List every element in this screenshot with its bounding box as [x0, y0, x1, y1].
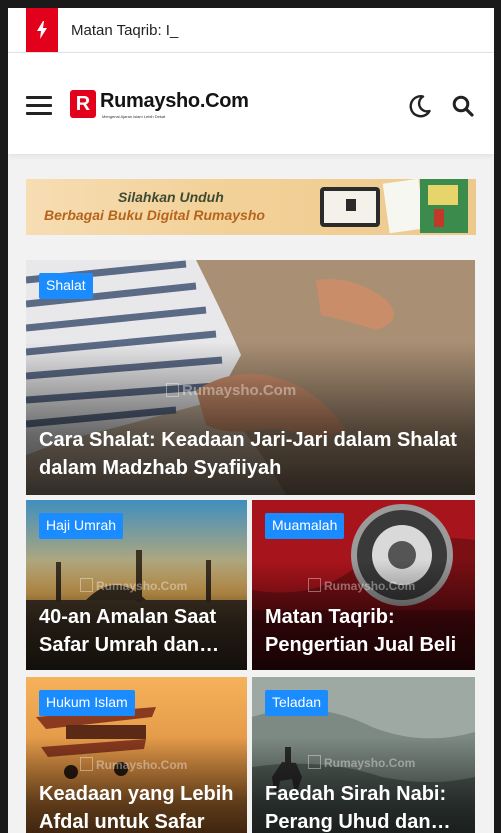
page: Matan Taqrib: I_ R Rumaysho.Com Mengenal… [8, 8, 494, 833]
post-title[interactable]: Faedah Sirah Nabi: Perang Uhud dan Pelaj… [265, 780, 465, 833]
ticker-headline[interactable]: Matan Taqrib: I_ [71, 8, 178, 54]
post-card[interactable]: Rumaysho.Com Hukum Islam Keadaan yang Le… [26, 677, 247, 833]
post-card[interactable]: Rumaysho.Com Muamalah Matan Taqrib: Peng… [252, 500, 475, 670]
image-watermark: Rumaysho.Com [308, 755, 415, 770]
banner-line2: Berbagai Buku Digital Rumaysho [44, 207, 265, 223]
image-watermark: Rumaysho.Com [80, 757, 187, 772]
ebook-banner[interactable]: Silahkan Unduh Berbagai Buku Digital Rum… [26, 179, 476, 235]
post-title[interactable]: 40-an Amalan Saat Safar Umrah dan Haji [39, 603, 237, 659]
category-badge[interactable]: Teladan [265, 690, 329, 716]
post-title[interactable]: Keadaan yang Lebih Afdal untuk Safar [39, 780, 237, 833]
logo-name: Rumaysho.Com [100, 90, 249, 112]
logo-mark: R [70, 90, 96, 118]
post-title[interactable]: Matan Taqrib: Pengertian Jual Beli [265, 603, 465, 659]
post-card[interactable]: Rumaysho.Com Teladan Faedah Sirah Nabi: … [252, 677, 475, 833]
category-badge[interactable]: Muamalah [265, 513, 345, 539]
moon-icon[interactable] [408, 94, 434, 120]
post-card[interactable]: Rumaysho.Com Haji Umrah 40-an Amalan Saa… [26, 500, 247, 670]
search-icon[interactable] [452, 95, 478, 121]
lightning-bolt-icon [26, 8, 58, 52]
image-watermark: Rumaysho.Com [166, 382, 296, 399]
image-watermark: Rumaysho.Com [308, 578, 415, 593]
category-badge[interactable]: Hukum Islam [39, 690, 135, 716]
category-badge[interactable]: Haji Umrah [39, 513, 124, 539]
featured-post-title[interactable]: Cara Shalat: Keadaan Jari-Jari dalam Sha… [39, 426, 465, 482]
category-badge[interactable]: Shalat [39, 273, 93, 299]
banner-line1: Silahkan Unduh [118, 189, 224, 205]
featured-post-card[interactable]: Rumaysho.Com Shalat Cara Shalat: Keadaan… [26, 260, 475, 495]
site-header: R Rumaysho.Com Mengenal Ajaran Islam Leb… [8, 53, 494, 154]
image-watermark: Rumaysho.Com [80, 578, 187, 593]
logo-tagline: Mengenal Ajaran Islam Lebih Dekat [102, 114, 166, 119]
books-illustration [320, 179, 468, 234]
menu-icon[interactable] [26, 96, 52, 116]
breaking-news-ticker[interactable]: Matan Taqrib: I_ [8, 8, 494, 53]
